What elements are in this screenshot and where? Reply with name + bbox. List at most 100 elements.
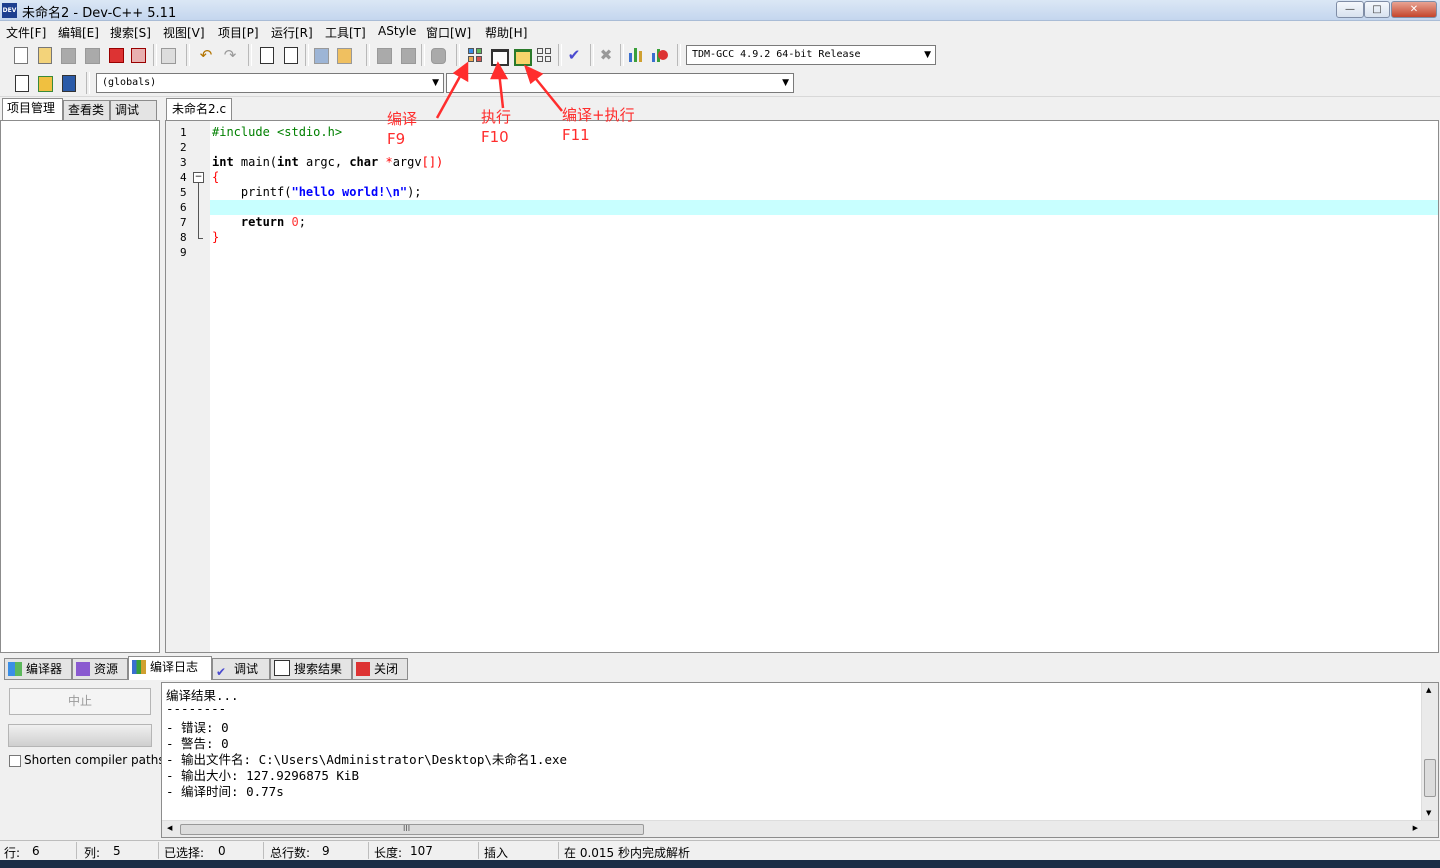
code-text: argc, <box>298 155 350 169</box>
toolbar-separator <box>305 44 309 66</box>
tab-project[interactable]: 项目管理 <box>2 98 63 120</box>
tab-label: 资源 <box>94 662 119 676</box>
replace-button[interactable] <box>280 45 300 65</box>
scope-select-value: (globals) <box>102 77 157 88</box>
window-title: 未命名2 - Dev-C++ 5.11 <box>22 6 177 21</box>
rebuild-all-button[interactable] <box>534 45 554 65</box>
log-horizontal-scroll-thumb[interactable]: III <box>180 824 644 835</box>
code-line-1: #include <stdio.h> <box>212 125 343 139</box>
fold-line <box>198 183 199 238</box>
menu-edit[interactable]: 编辑[E] <box>58 24 99 41</box>
annotation-compile-run-label: 编译+执行 <box>562 106 635 124</box>
bookmark-icon <box>314 48 329 64</box>
close-all-button[interactable] <box>128 45 148 65</box>
redo-button[interactable]: ↷ <box>220 45 240 65</box>
toggle-bookmark-button[interactable] <box>311 45 331 65</box>
shorten-paths-checkbox[interactable] <box>9 755 21 767</box>
toolbar-separator <box>186 44 190 66</box>
menu-astyle[interactable]: AStyle <box>378 24 416 38</box>
menu-window[interactable]: 窗口[W] <box>426 24 471 41</box>
menu-tools[interactable]: 工具[T] <box>325 24 366 41</box>
compile-log-output[interactable]: 编译结果... -------- - 错误: 0 - 警告: 0 - 输出文件名… <box>161 682 1439 838</box>
tab-debug-output[interactable]: ✔ 调试 <box>212 658 270 680</box>
undo-button[interactable]: ↶ <box>196 45 216 65</box>
abort-compile-button[interactable]: 中止 <box>9 688 151 715</box>
tab-compiler[interactable]: 编译器 <box>4 658 72 680</box>
tab-resources[interactable]: 资源 <box>72 658 128 680</box>
menu-file[interactable]: 文件[F] <box>6 24 46 41</box>
chevron-down-icon: ▼ <box>432 78 439 88</box>
open-file-button[interactable] <box>34 45 54 65</box>
tab-compile-log[interactable]: 编译日志 <box>128 656 212 680</box>
log-horizontal-scrollbar[interactable]: ◀ III ▶ <box>162 820 1438 837</box>
goto-declaration-button[interactable] <box>35 73 55 93</box>
os-taskbar <box>0 860 1440 868</box>
app-icon: DEV <box>2 3 17 18</box>
new-file-button[interactable] <box>10 45 30 65</box>
delete-profile-icon <box>652 49 668 62</box>
compile-button[interactable] <box>465 45 485 65</box>
profile-button[interactable] <box>627 45 647 65</box>
scroll-grip: III <box>403 824 411 833</box>
fold-end <box>198 238 203 239</box>
log-vertical-scrollbar[interactable]: ▲ ▼ <box>1421 683 1438 820</box>
tab-search-results[interactable]: 搜索结果 <box>270 658 352 680</box>
toggle-class-browser-button[interactable] <box>58 73 78 93</box>
close-window-button[interactable]: ✕ <box>1391 1 1437 18</box>
print-button[interactable] <box>158 45 178 65</box>
fold-collapse-icon[interactable]: − <box>193 172 204 183</box>
compiler-select-value: TDM-GCC 4.9.2 64-bit Release <box>692 49 861 60</box>
menu-project[interactable]: 项目[P] <box>218 24 259 41</box>
menu-search[interactable]: 搜索[S] <box>110 24 151 41</box>
minimize-button[interactable]: — <box>1336 1 1364 18</box>
find-button[interactable] <box>256 45 276 65</box>
menu-run[interactable]: 运行[R] <box>271 24 313 41</box>
tab-close[interactable]: 关闭 <box>352 658 408 680</box>
project-options-button[interactable] <box>428 45 448 65</box>
line-number-gutter: 1 2 3 4 5 6 7 8 9 − <box>166 121 210 652</box>
stop-execution-button[interactable]: ✖ <box>596 45 616 65</box>
goto-line-icon <box>337 48 352 64</box>
annotation-compile-run-key: F11 <box>562 126 590 144</box>
compile-run-button[interactable] <box>511 45 532 66</box>
tab-classes[interactable]: 查看类 <box>63 100 110 120</box>
undo-icon: ↶ <box>199 46 213 64</box>
status-lines-label: 总行数: <box>270 846 311 860</box>
log-vertical-scroll-thumb[interactable] <box>1424 759 1436 797</box>
insert-button[interactable] <box>11 73 31 93</box>
code-editor[interactable]: 1 2 3 4 5 6 7 8 9 − #include <stdio.h> i… <box>165 120 1439 653</box>
maximize-button[interactable]: □ <box>1364 1 1390 18</box>
scroll-down-icon[interactable]: ▼ <box>1426 809 1431 817</box>
shorten-paths-label: Shorten compiler paths <box>24 753 165 767</box>
number-literal: 0 <box>291 215 299 229</box>
function-select[interactable]: ▼ <box>446 73 794 93</box>
scroll-right-icon[interactable]: ▶ <box>1413 824 1418 832</box>
save-all-button[interactable] <box>82 45 102 65</box>
scope-select[interactable]: (globals) ▼ <box>96 73 444 93</box>
menu-view[interactable]: 视图[V] <box>163 24 205 41</box>
editor-tab-file[interactable]: 未命名2.c <box>166 98 233 120</box>
delete-profile-button[interactable] <box>650 45 670 65</box>
save-all-icon <box>85 48 100 64</box>
save-button[interactable] <box>58 45 78 65</box>
status-separator <box>558 842 559 859</box>
syntax-check-button[interactable]: ✔ <box>564 45 584 65</box>
close-file-button[interactable] <box>106 45 126 65</box>
new-project-button[interactable] <box>374 45 394 65</box>
add-to-project-button[interactable] <box>398 45 418 65</box>
scroll-up-icon[interactable]: ▲ <box>1426 686 1431 694</box>
keyword: int <box>277 155 299 169</box>
run-button[interactable] <box>488 45 509 66</box>
project-panel[interactable] <box>0 120 160 653</box>
class-browser-icon <box>62 75 76 92</box>
compiler-select[interactable]: TDM-GCC 4.9.2 64-bit Release ▼ <box>686 45 936 65</box>
bar-chart-icon <box>132 660 146 674</box>
status-message: 在 0.015 秒内完成解析 <box>564 846 690 860</box>
goto-line-button[interactable] <box>334 45 354 65</box>
status-length-label: 长度: <box>374 846 403 860</box>
toolbar-separator <box>456 44 460 66</box>
menu-help[interactable]: 帮助[H] <box>485 24 527 41</box>
tab-debug[interactable]: 调试 <box>110 100 157 120</box>
toolbar-separator <box>558 44 562 66</box>
scroll-left-icon[interactable]: ◀ <box>167 824 172 832</box>
